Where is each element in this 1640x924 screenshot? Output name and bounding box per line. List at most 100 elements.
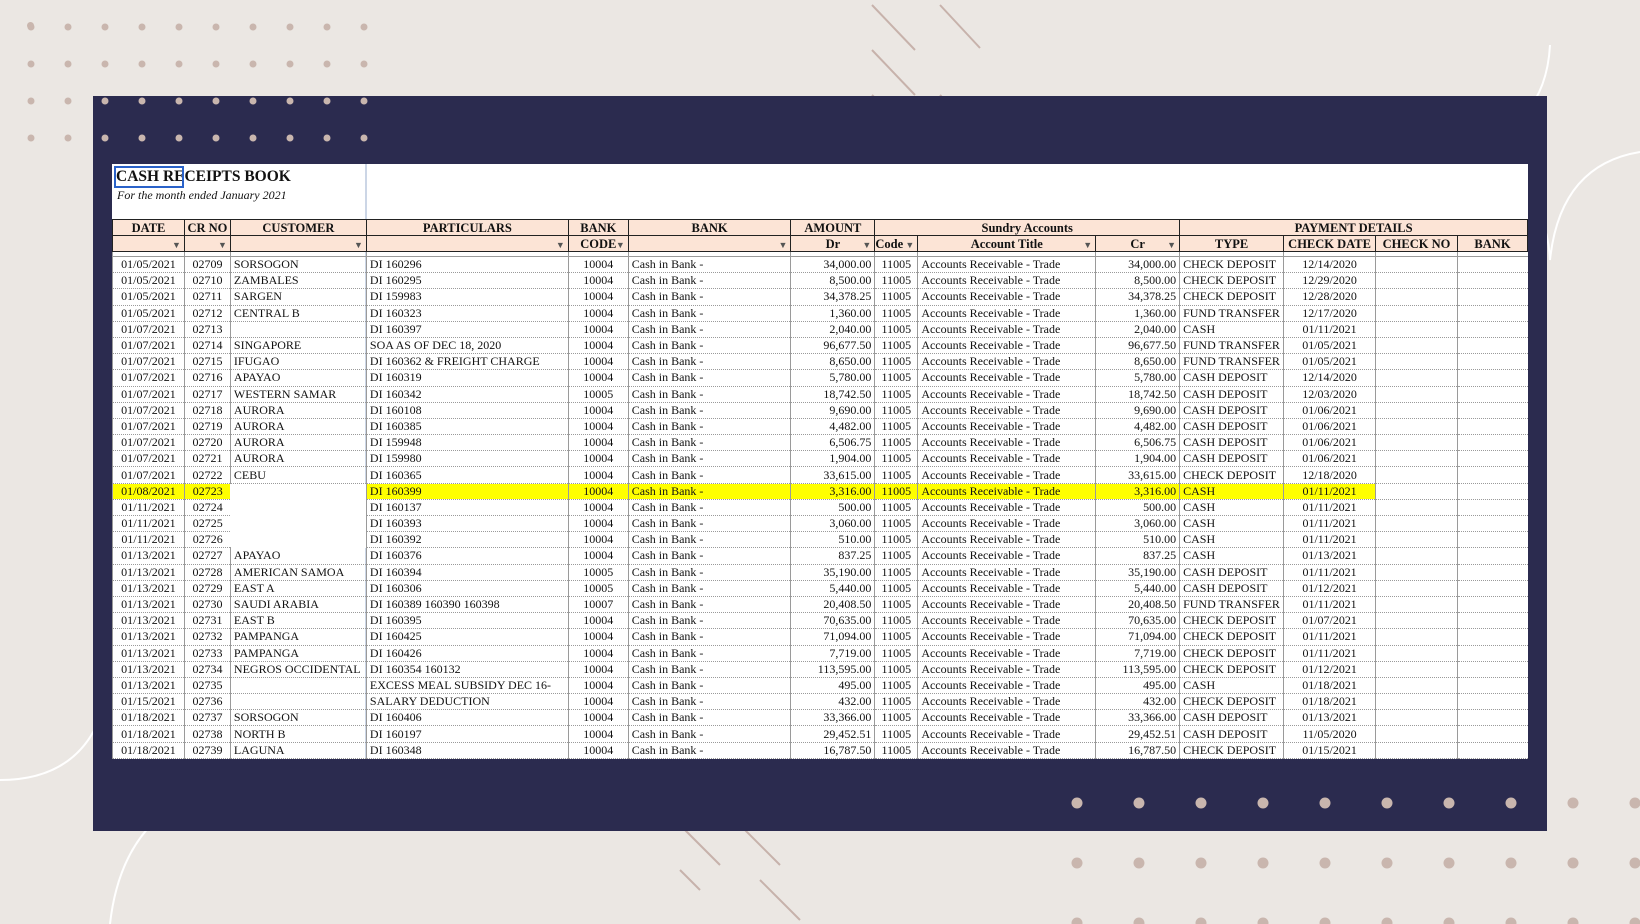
cell-amount-dr[interactable]: 3,060.00 [790,515,875,533]
cell-customer[interactable]: SAUDI ARABIA [229,596,367,614]
cell-particulars[interactable]: DI 160389 160390 160398 [365,596,569,614]
cell-check-date[interactable]: 01/06/2021 [1283,450,1376,468]
cell-particulars[interactable]: DI 160393 [365,515,569,533]
cell-account-title[interactable]: Accounts Receivable - Trade [917,531,1096,549]
cell-pay-bank[interactable] [1456,677,1528,695]
cell-customer[interactable]: SORSOGON [229,709,367,727]
cell-bank[interactable]: Cash in Bank - [627,596,791,614]
cell-cr[interactable]: 33,366.00 [1095,709,1180,727]
cell-cr-no[interactable]: 02738 [183,725,231,743]
cell-account-title[interactable]: Accounts Receivable - Trade [917,418,1096,436]
cell-account-title[interactable]: Accounts Receivable - Trade [917,402,1096,419]
filter-icon[interactable]: ▼ [779,238,788,251]
cell-pay-bank[interactable] [1456,709,1528,727]
cell-account-title[interactable]: Accounts Receivable - Trade [917,337,1096,355]
cell-date[interactable]: 01/05/2021 [112,272,185,290]
cell-account-title[interactable]: Accounts Receivable - Trade [917,677,1096,695]
cell-payment-type[interactable]: CASH [1179,547,1284,565]
cell-amount-dr[interactable]: 2,040.00 [790,321,875,338]
table-row[interactable]: 01/18/2021 02738 NORTH B DI 160197 10004 Cash… [112,725,1528,743]
cell-bank-code[interactable]: 10004 [567,256,629,274]
cell-cr-no[interactable]: 02730 [183,596,231,614]
cell-check-date[interactable]: 01/11/2021 [1283,483,1376,500]
cell-customer[interactable] [230,531,367,548]
cell-cr[interactable]: 5,780.00 [1095,369,1180,387]
cell-account-code[interactable]: 11005 [874,725,918,743]
cell-customer[interactable]: SINGAPORE [229,337,367,355]
cell-pay-bank[interactable] [1456,742,1528,759]
cell-date[interactable]: 01/07/2021 [112,353,185,371]
cell-payment-type[interactable]: CASH [1179,483,1284,500]
cell-cr[interactable]: 20,408.50 [1095,596,1180,614]
cell-amount-dr[interactable]: 5,780.00 [790,369,875,387]
filter-icon[interactable]: ▼ [354,238,363,251]
cell-bank[interactable]: Cash in Bank - [627,628,791,646]
cell-cr-no[interactable]: 02734 [183,661,231,678]
cell-bank-code[interactable]: 10004 [567,483,629,500]
cell-date[interactable]: 01/13/2021 [112,612,185,630]
cell-pay-bank[interactable] [1456,628,1528,646]
table-row[interactable]: 01/07/2021 02716 APAYAO DI 160319 10004 Cash … [112,369,1528,387]
cell-cr-no[interactable]: 02737 [183,709,231,727]
table-row[interactable]: 01/18/2021 02737 SORSOGON DI 160406 10004 Cas… [112,709,1528,727]
cell-date[interactable]: 01/07/2021 [112,386,185,403]
table-row[interactable]: 01/15/2021 02736 SALARY DEDUCTION 10004 Cash… [112,693,1528,711]
cell-amount-dr[interactable]: 6,506.75 [790,434,875,452]
filter-cr-no[interactable]: ▼ [183,235,231,252]
cell-bank[interactable]: Cash in Bank - [627,321,791,338]
cell-account-title[interactable]: Accounts Receivable - Trade [917,369,1096,387]
cell-bank[interactable]: Cash in Bank - [627,418,791,436]
cell-check-date[interactable]: 01/12/2021 [1283,580,1376,597]
cell-bank[interactable]: Cash in Bank - [627,612,791,630]
cell-cr[interactable]: 837.25 [1095,547,1180,565]
cell-amount-dr[interactable]: 8,500.00 [790,272,875,290]
table-row[interactable]: 01/07/2021 02715 IFUGAO DI 160362 & FREIGHT… [112,353,1528,371]
cell-cr[interactable]: 510.00 [1095,531,1180,549]
cell-particulars[interactable]: DI 160354 160132 [365,661,569,678]
cell-check-date[interactable]: 12/17/2020 [1283,305,1376,322]
cell-payment-type[interactable]: FUND TRANSFER [1179,305,1284,322]
filter-icon[interactable]: ▼ [1167,238,1176,251]
cell-check-no[interactable] [1375,531,1458,549]
cell-cr-no[interactable]: 02733 [183,645,231,662]
cell-account-title[interactable]: Accounts Receivable - Trade [917,434,1096,452]
cell-account-code[interactable]: 11005 [874,321,918,338]
cell-bank-code[interactable]: 10004 [567,402,629,419]
header-account-title[interactable]: Account Title ▼ [917,235,1097,252]
cell-bank[interactable]: Cash in Bank - [627,531,791,549]
cell-cr-no[interactable]: 02728 [183,564,231,581]
cell-bank-code[interactable]: 10004 [567,628,629,646]
cell-particulars[interactable]: DI 160365 [365,466,569,484]
cell-account-code[interactable]: 11005 [874,466,918,484]
filter-icon[interactable]: ▼ [905,238,914,251]
cell-cr-no[interactable]: 02717 [183,386,231,403]
cell-cr[interactable]: 35,190.00 [1095,564,1180,581]
cell-account-title[interactable]: Accounts Receivable - Trade [917,450,1096,468]
cell-particulars[interactable]: DI 160137 [365,499,569,517]
cell-cr-no[interactable]: 02736 [183,693,231,711]
cell-bank-code[interactable]: 10004 [567,531,629,549]
cell-payment-type[interactable]: CHECK DEPOSIT [1179,693,1284,711]
cell-date[interactable]: 01/07/2021 [112,434,185,452]
cell-particulars[interactable]: DI 160385 [365,418,569,436]
cell-account-title[interactable]: Accounts Receivable - Trade [917,547,1096,565]
cell-payment-type[interactable]: CHECK DEPOSIT [1179,272,1284,290]
cell-customer[interactable]: ZAMBALES [229,272,367,290]
cell-check-date[interactable]: 12/18/2020 [1283,466,1376,484]
filter-date[interactable]: ▼ [112,235,185,252]
cell-check-no[interactable] [1375,661,1458,678]
cell-account-title[interactable]: Accounts Receivable - Trade [917,466,1096,484]
cell-date[interactable]: 01/07/2021 [112,369,185,387]
cell-cr[interactable]: 29,452.51 [1095,725,1180,743]
cell-cr[interactable]: 1,360.00 [1095,305,1180,322]
table-row[interactable]: 01/07/2021 02714 SINGAPORE SOA AS OF DEC 18… [112,337,1528,355]
cell-account-code[interactable]: 11005 [874,256,918,274]
filter-icon[interactable]: ▼ [172,238,181,251]
cell-account-title[interactable]: Accounts Receivable - Trade [917,288,1096,306]
cell-bank[interactable]: Cash in Bank - [627,369,791,387]
cell-bank-code[interactable]: 10005 [567,564,629,581]
cell-bank[interactable]: Cash in Bank - [627,564,791,581]
cell-pay-bank[interactable] [1456,256,1528,274]
cell-account-code[interactable]: 11005 [874,402,918,419]
cell-amount-dr[interactable]: 33,615.00 [790,466,875,484]
